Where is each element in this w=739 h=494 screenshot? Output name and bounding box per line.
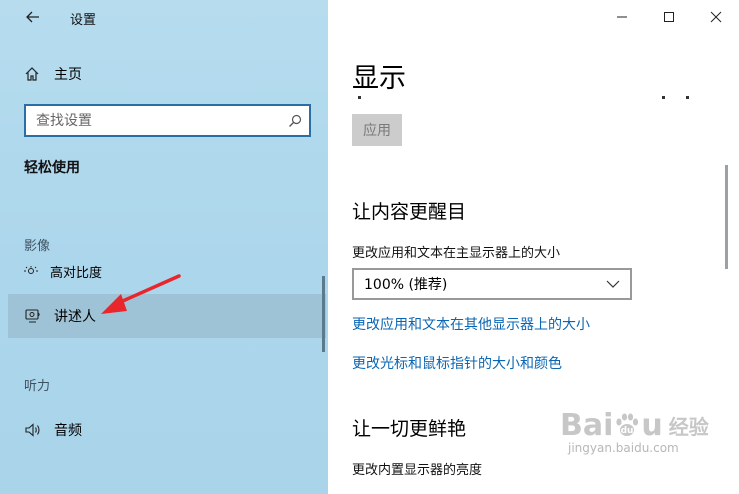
- section-heading-vivid: 让一切更鲜艳: [352, 418, 467, 440]
- sidebar-item-audio[interactable]: 音频: [8, 408, 326, 452]
- back-button[interactable]: [18, 4, 48, 30]
- maximize-icon: [663, 12, 674, 22]
- sidebar-item-narrator[interactable]: 讲述人: [8, 294, 326, 338]
- home-icon: [25, 67, 39, 81]
- speaker-icon: [25, 423, 40, 437]
- apply-button[interactable]: 应用: [352, 114, 402, 146]
- back-arrow-icon: [26, 11, 39, 23]
- sidebar-item-label: 音频: [54, 423, 82, 439]
- scale-label: 更改应用和文本在主显示器上的大小: [352, 246, 561, 261]
- link-cursor-pointer[interactable]: 更改光标和鼠标指针的大小和颜色: [352, 353, 562, 373]
- section-title: 轻松使用: [24, 160, 80, 176]
- page-title: 显示: [352, 63, 406, 94]
- sidebar-scrollbar[interactable]: [322, 276, 325, 352]
- search-box[interactable]: [24, 104, 311, 137]
- content-pane: 显示 应用 让内容更醒目 更改应用和文本在主显示器上的大小 100% (推荐) …: [328, 0, 739, 494]
- nav-home[interactable]: 主页: [24, 62, 82, 86]
- scale-dropdown[interactable]: 100% (推荐): [352, 268, 632, 300]
- link-other-displays[interactable]: 更改应用和文本在其他显示器上的大小: [352, 314, 590, 334]
- window-controls: [598, 0, 739, 34]
- brightness-label: 更改内置显示器的亮度: [352, 463, 483, 478]
- narrator-icon: [25, 309, 40, 323]
- window-title: 设置: [70, 13, 97, 28]
- search-icon[interactable]: [281, 106, 309, 135]
- minimize-icon: [616, 16, 627, 18]
- sidebar-item-label: 高对比度: [50, 265, 103, 281]
- group-label-hearing: 听力: [24, 379, 51, 394]
- nav-home-label: 主页: [54, 67, 82, 83]
- search-input[interactable]: [26, 106, 281, 135]
- contrast-icon: [24, 266, 38, 274]
- sidebar: 设置 主页 轻松使用 影像 高对比度 讲述人 听力: [0, 0, 328, 494]
- chevron-down-icon: [606, 280, 620, 288]
- minimize-button[interactable]: [598, 0, 645, 34]
- maximize-button[interactable]: [645, 0, 692, 34]
- group-label-vision: 影像: [24, 239, 51, 254]
- close-button[interactable]: [692, 0, 739, 34]
- close-icon: [710, 11, 721, 23]
- scale-dropdown-value: 100% (推荐): [364, 277, 448, 293]
- sidebar-item-high-contrast[interactable]: 高对比度: [8, 260, 326, 282]
- section-heading-prominence: 让内容更醒目: [352, 201, 467, 223]
- content-scrollbar[interactable]: [725, 165, 728, 269]
- clipped-text-row: [352, 94, 692, 102]
- sidebar-item-label: 讲述人: [54, 309, 96, 325]
